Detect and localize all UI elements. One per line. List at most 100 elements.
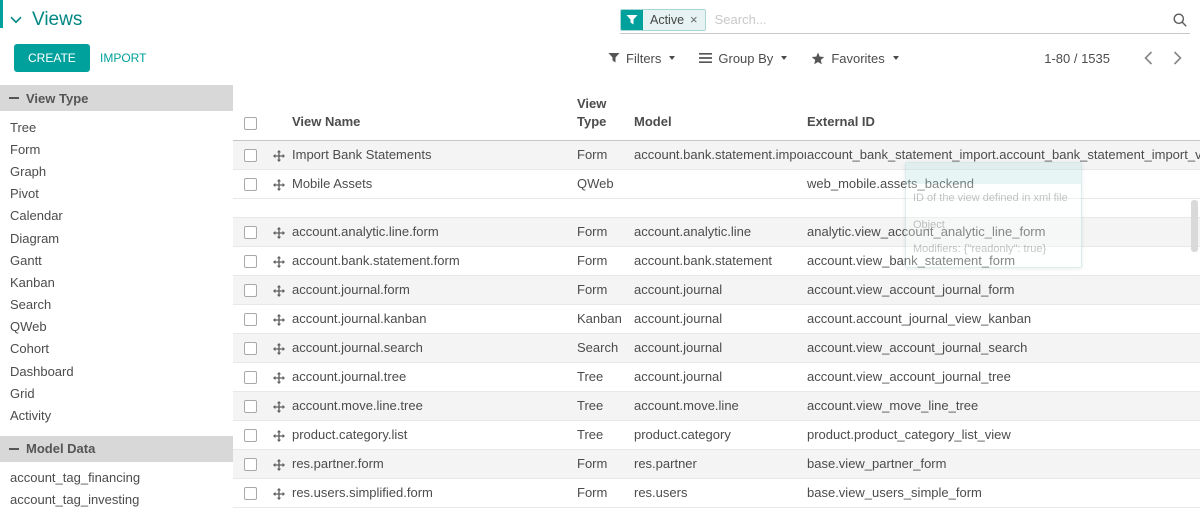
row-checkbox[interactable] bbox=[244, 429, 257, 442]
facet-remove-icon[interactable]: × bbox=[690, 13, 698, 26]
favorites-menu[interactable]: Favorites bbox=[811, 51, 898, 66]
drag-handle-icon[interactable] bbox=[273, 430, 285, 442]
sidebar-filter-item[interactable]: Calendar bbox=[0, 205, 233, 227]
table-row[interactable]: account.journal.search Search account.jo… bbox=[233, 333, 1200, 362]
search-options: Filters Group By Favorites bbox=[608, 45, 899, 71]
cell-model: res.users bbox=[633, 478, 806, 507]
table-row[interactable]: account.analytic.line.form Form account.… bbox=[233, 217, 1200, 246]
cell-view-name: account.analytic.line.form bbox=[291, 217, 576, 246]
search-input[interactable] bbox=[713, 11, 1165, 28]
row-checkbox[interactable] bbox=[244, 226, 257, 239]
import-button[interactable]: IMPORT bbox=[94, 44, 152, 72]
table-row[interactable]: account.bank.statement.form Form account… bbox=[233, 246, 1200, 275]
column-header-view-name[interactable]: View Name bbox=[291, 82, 576, 140]
drag-handle-icon[interactable] bbox=[273, 285, 285, 297]
cell-view-name: account.bank.statement.form bbox=[291, 246, 576, 275]
drag-handle-icon[interactable] bbox=[273, 314, 285, 326]
sidebar-filter-item[interactable]: Cohort bbox=[0, 338, 233, 360]
sidebar-filter-item[interactable]: QWeb bbox=[0, 316, 233, 338]
search-facet-active[interactable]: Active × bbox=[620, 9, 706, 31]
cell-external-id: product.product_category_list_view bbox=[806, 420, 1200, 449]
table-row[interactable] bbox=[233, 198, 1200, 217]
sidebar-filter-item[interactable]: Activity bbox=[0, 404, 233, 426]
row-handle-cell bbox=[267, 333, 291, 362]
row-checkbox[interactable] bbox=[244, 487, 257, 500]
table-row[interactable]: product.category.list Tree product.categ… bbox=[233, 420, 1200, 449]
row-checkbox[interactable] bbox=[244, 178, 257, 191]
create-button[interactable]: CREATE bbox=[14, 44, 90, 72]
sidebar-filter-item[interactable]: Graph bbox=[0, 160, 233, 182]
group-by-label: Group By bbox=[718, 51, 773, 66]
drag-handle-icon[interactable] bbox=[273, 459, 285, 471]
drag-handle-icon[interactable] bbox=[273, 401, 285, 413]
column-header-view-type[interactable]: View Type bbox=[576, 82, 633, 140]
row-handle-cell bbox=[267, 304, 291, 333]
column-header-external-id[interactable]: External ID bbox=[806, 82, 1200, 140]
drag-handle-icon[interactable] bbox=[273, 150, 285, 162]
page-title: Views bbox=[32, 9, 82, 31]
sidebar-filter-item[interactable]: account_tag_financing bbox=[0, 467, 233, 489]
filter-facet-icon bbox=[621, 10, 643, 30]
row-checkbox[interactable] bbox=[244, 371, 257, 384]
table-row[interactable]: Mobile Assets QWeb web_mobile.assets_bac… bbox=[233, 169, 1200, 198]
table-row[interactable]: account.journal.kanban Kanban account.jo… bbox=[233, 304, 1200, 333]
cell-view-name: account.journal.search bbox=[291, 333, 576, 362]
cell-view-type: Tree bbox=[576, 362, 633, 391]
sidebar-filter-item[interactable]: Tree bbox=[0, 116, 233, 138]
sidebar-filter-item[interactable]: account_tag_investing bbox=[0, 489, 233, 511]
row-checkbox[interactable] bbox=[244, 149, 257, 162]
row-checkbox-cell bbox=[233, 169, 267, 198]
view-type-list: Tree Form Graph Pivot Calendar Diagram G… bbox=[0, 116, 233, 427]
drag-handle-icon[interactable] bbox=[273, 256, 285, 268]
row-checkbox[interactable] bbox=[244, 284, 257, 297]
drag-handle-icon[interactable] bbox=[273, 372, 285, 384]
sidebar-filter-item[interactable]: Dashboard bbox=[0, 360, 233, 382]
sidebar-filter-item[interactable]: Pivot bbox=[0, 183, 233, 205]
filters-menu[interactable]: Filters bbox=[608, 51, 675, 66]
row-handle-cell bbox=[267, 478, 291, 507]
table-row[interactable]: account.move.line.tree Tree account.move… bbox=[233, 391, 1200, 420]
vertical-scrollbar-thumb[interactable] bbox=[1191, 200, 1198, 252]
sidebar-filter-item[interactable]: Form bbox=[0, 138, 233, 160]
cell-view-type: Form bbox=[576, 275, 633, 304]
drag-handle-icon[interactable] bbox=[273, 179, 285, 191]
sidebar-filter-item[interactable]: Kanban bbox=[0, 271, 233, 293]
table-row[interactable]: res.partner.form Form res.partner base.v… bbox=[233, 449, 1200, 478]
sidebar-section-model-data[interactable]: Model Data bbox=[0, 436, 233, 462]
sidebar-filter-item[interactable]: Grid bbox=[0, 382, 233, 404]
row-checkbox-cell bbox=[233, 246, 267, 275]
filters-icon bbox=[608, 52, 620, 64]
row-checkbox-cell bbox=[233, 217, 267, 246]
cell-model: account.bank.statement.import bbox=[633, 140, 806, 169]
select-all-checkbox[interactable] bbox=[244, 117, 257, 130]
search-icon[interactable] bbox=[1172, 12, 1188, 28]
row-checkbox[interactable] bbox=[244, 342, 257, 355]
row-checkbox-cell bbox=[233, 420, 267, 449]
drag-handle-icon[interactable] bbox=[273, 343, 285, 355]
column-header-model[interactable]: Model bbox=[633, 82, 806, 140]
cell-view-type: Form bbox=[576, 449, 633, 478]
sidebar-filter-item[interactable]: Diagram bbox=[0, 227, 233, 249]
table-row[interactable]: res.users.simplified.form Form res.users… bbox=[233, 478, 1200, 507]
table-row[interactable]: account.journal.form Form account.journa… bbox=[233, 275, 1200, 304]
table-row[interactable]: Import Bank Statements Form account.bank… bbox=[233, 140, 1200, 169]
group-by-menu[interactable]: Group By bbox=[699, 51, 787, 66]
views-table: View Name View Type Model External ID Im… bbox=[233, 82, 1200, 508]
row-handle-cell bbox=[267, 420, 291, 449]
sidebar-filter-item[interactable]: Gantt bbox=[0, 249, 233, 271]
chevron-down-icon[interactable] bbox=[10, 16, 22, 24]
pager-previous-button[interactable] bbox=[1134, 51, 1163, 65]
row-checkbox[interactable] bbox=[244, 313, 257, 326]
sidebar-filter-item[interactable]: Search bbox=[0, 294, 233, 316]
row-checkbox[interactable] bbox=[244, 255, 257, 268]
row-checkbox-cell bbox=[233, 333, 267, 362]
row-handle-cell bbox=[267, 169, 291, 198]
pager-next-button[interactable] bbox=[1163, 51, 1192, 65]
drag-handle-icon[interactable] bbox=[273, 488, 285, 500]
table-row[interactable]: account.journal.tree Tree account.journa… bbox=[233, 362, 1200, 391]
cell-model: account.bank.statement bbox=[633, 246, 806, 275]
row-checkbox[interactable] bbox=[244, 400, 257, 413]
drag-handle-icon[interactable] bbox=[273, 227, 285, 239]
row-checkbox[interactable] bbox=[244, 458, 257, 471]
sidebar-section-view-type[interactable]: View Type bbox=[0, 85, 233, 111]
